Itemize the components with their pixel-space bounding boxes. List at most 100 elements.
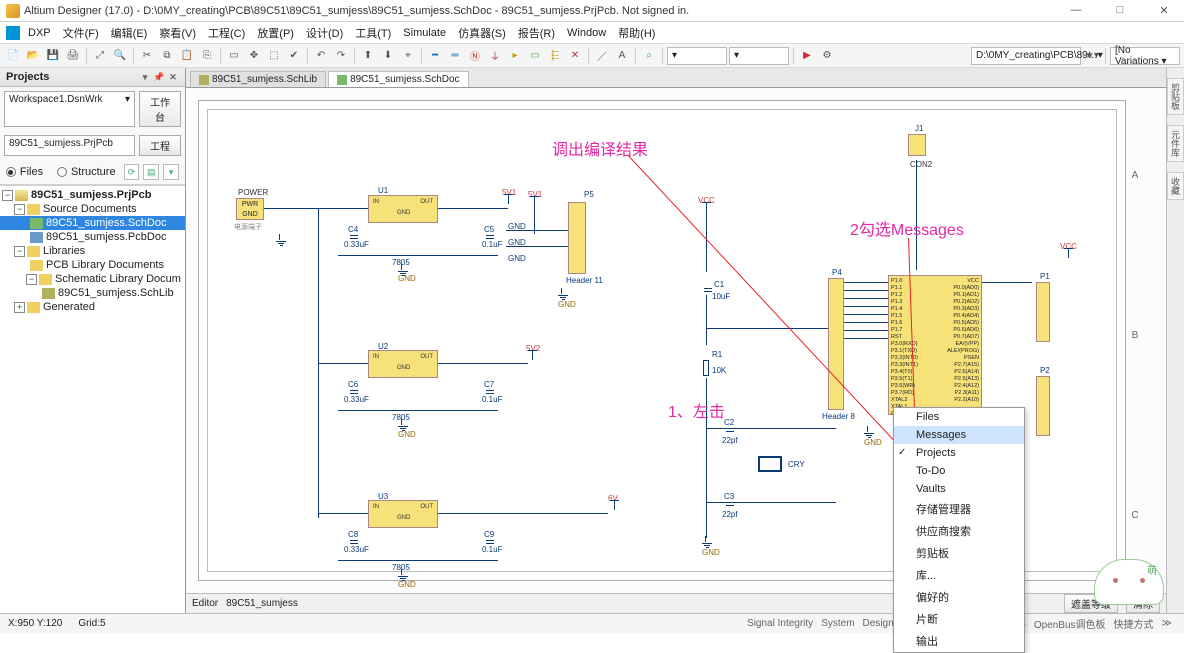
minimize-button[interactable]: — bbox=[1062, 4, 1090, 17]
bus-icon[interactable]: ═ bbox=[446, 47, 464, 65]
menu-view[interactable]: 察看(V) bbox=[153, 25, 202, 41]
tree-item-pcblib[interactable]: PCB Library Documents bbox=[0, 258, 185, 272]
hierarchy-down-icon[interactable]: ⬇ bbox=[379, 47, 397, 65]
menu-window[interactable]: Window bbox=[561, 27, 612, 39]
panel-pin-icon[interactable]: 📌 bbox=[153, 72, 165, 83]
ctx-clipboard[interactable]: 剪贴板 bbox=[894, 542, 1024, 564]
status-signal-integrity[interactable]: Signal Integrity bbox=[747, 618, 813, 629]
tab-schdoc[interactable]: 89C51_sumjess.SchDoc bbox=[328, 71, 469, 87]
path-field[interactable]: D:\0MY_creating\PCB\89…▾ bbox=[971, 47, 1081, 65]
select-icon[interactable]: ▭ bbox=[225, 47, 243, 65]
port-icon[interactable]: ⬱ bbox=[546, 47, 564, 65]
ctx-todo[interactable]: To-Do bbox=[894, 462, 1024, 480]
zoom-area-icon[interactable]: 🔍 bbox=[111, 47, 129, 65]
no-erc-icon[interactable]: ✕ bbox=[566, 47, 584, 65]
collapse-icon[interactable]: − bbox=[26, 274, 37, 285]
menu-simulator[interactable]: 仿真器(S) bbox=[452, 25, 512, 41]
grid-combo[interactable]: ▾ bbox=[729, 47, 789, 65]
menu-file[interactable]: 文件(F) bbox=[57, 25, 105, 41]
ctx-projects[interactable]: ✓Projects bbox=[894, 444, 1024, 462]
ctx-supplier[interactable]: 供应商搜索 bbox=[894, 520, 1024, 542]
ctx-messages[interactable]: Messages bbox=[894, 426, 1024, 444]
close-button[interactable]: ✕ bbox=[1150, 4, 1178, 17]
open-icon[interactable]: 📂 bbox=[24, 47, 42, 65]
menu-place[interactable]: 放置(P) bbox=[251, 25, 300, 41]
workspace-combo[interactable]: Workspace1.DsnWrk▾ bbox=[4, 91, 135, 127]
collapse-icon[interactable]: − bbox=[14, 204, 25, 215]
collapse-icon[interactable]: − bbox=[2, 190, 13, 201]
menu-simulate[interactable]: Simulate bbox=[397, 27, 452, 39]
workspace-button[interactable]: 工作台 bbox=[139, 91, 181, 127]
menu-project[interactable]: 工程(C) bbox=[202, 25, 251, 41]
wire-icon[interactable]: ━ bbox=[426, 47, 444, 65]
text-icon[interactable]: A bbox=[613, 47, 631, 65]
expand-icon[interactable]: + bbox=[14, 302, 25, 313]
hierarchy-up-icon[interactable]: ⬆ bbox=[359, 47, 377, 65]
tree-item-schdoc[interactable]: 89C51_sumjess.SchDoc bbox=[0, 216, 185, 230]
rtab-library[interactable]: 元件库 bbox=[1167, 125, 1184, 162]
zoom-combo[interactable]: ▾ bbox=[667, 47, 727, 65]
compile-icon[interactable]: ✔ bbox=[285, 47, 303, 65]
project-button[interactable]: 工程 bbox=[139, 135, 181, 156]
tree-menu-icon[interactable]: ▾ bbox=[163, 164, 179, 180]
ctx-snippet[interactable]: 片断 bbox=[894, 608, 1024, 630]
refresh-tree-icon[interactable]: ⟳ bbox=[124, 164, 140, 180]
status-help-icon[interactable]: ≫ bbox=[1162, 618, 1172, 629]
favorites-icon[interactable]: ★▾ bbox=[1083, 47, 1101, 65]
project-tree[interactable]: −89C51_sumjess.PrjPcb −Source Documents … bbox=[0, 185, 185, 613]
cut-icon[interactable]: ✂ bbox=[138, 47, 156, 65]
p2-conn bbox=[1036, 376, 1050, 436]
status-shortcuts[interactable]: 快捷方式 bbox=[1114, 616, 1154, 631]
tree-item-schlib[interactable]: 89C51_sumjess.SchLib bbox=[0, 286, 185, 300]
ctx-output[interactable]: 输出 bbox=[894, 630, 1024, 652]
cross-probe-icon[interactable]: ⌖ bbox=[399, 47, 417, 65]
sim-options-icon[interactable]: ⚙ bbox=[818, 47, 836, 65]
tree-options-icon[interactable]: ▤ bbox=[143, 164, 159, 180]
deselect-icon[interactable]: ⬚ bbox=[265, 47, 283, 65]
power-port-icon[interactable]: ⏚ bbox=[486, 47, 504, 65]
power-sublabel: 电源端子 bbox=[234, 222, 262, 232]
save-icon[interactable]: 💾 bbox=[44, 47, 62, 65]
new-icon[interactable]: 📄 bbox=[4, 47, 22, 65]
panel-close-icon[interactable]: ✕ bbox=[167, 72, 179, 83]
tree-item-pcbdoc[interactable]: 89C51_sumjess.PcbDoc bbox=[0, 230, 185, 244]
tab-schlib[interactable]: 89C51_sumjess.SchLib bbox=[190, 71, 326, 87]
sheet-symbol-icon[interactable]: ▭ bbox=[526, 47, 544, 65]
copy-icon[interactable]: ⧉ bbox=[158, 47, 176, 65]
zoom-fit-icon[interactable]: ⤢ bbox=[91, 47, 109, 65]
sim-run-icon[interactable]: ▶ bbox=[798, 47, 816, 65]
rtab-favorites[interactable]: 收藏 bbox=[1167, 172, 1184, 200]
ctx-library[interactable]: 库... bbox=[894, 564, 1024, 586]
ctx-vaults[interactable]: Vaults bbox=[894, 480, 1024, 498]
menu-edit[interactable]: 编辑(E) bbox=[105, 25, 154, 41]
collapse-icon[interactable]: − bbox=[14, 246, 25, 257]
c4-label: C4 bbox=[348, 225, 358, 234]
menu-report[interactable]: 报告(R) bbox=[512, 25, 561, 41]
menu-dxp[interactable]: DXP bbox=[22, 27, 57, 39]
redo-icon[interactable]: ↷ bbox=[332, 47, 350, 65]
status-openbus[interactable]: OpenBus调色板 bbox=[1034, 616, 1106, 631]
menu-tools[interactable]: 工具(T) bbox=[349, 25, 397, 41]
move-icon[interactable]: ✥ bbox=[245, 47, 263, 65]
browse-icon[interactable]: ⌕ bbox=[640, 47, 658, 65]
rubber-stamp-icon[interactable]: ⎘ bbox=[198, 47, 216, 65]
structure-radio[interactable] bbox=[57, 167, 67, 177]
net-label-icon[interactable]: Ⓝ bbox=[466, 47, 484, 65]
panel-menu-icon[interactable]: ▾ bbox=[139, 72, 151, 83]
project-field[interactable]: 89C51_sumjess.PrjPcb bbox=[4, 135, 135, 156]
ctx-favorites[interactable]: 偏好的 bbox=[894, 586, 1024, 608]
paste-icon[interactable]: 📋 bbox=[178, 47, 196, 65]
menu-help[interactable]: 帮助(H) bbox=[612, 25, 661, 41]
print-icon[interactable]: 🖨 bbox=[64, 47, 82, 65]
variations-combo[interactable]: [No Variations ▾ bbox=[1110, 47, 1180, 65]
ctx-storage[interactable]: 存储管理器 bbox=[894, 498, 1024, 520]
line-icon[interactable]: ／ bbox=[593, 47, 611, 65]
maximize-button[interactable]: □ bbox=[1106, 4, 1134, 17]
ctx-files[interactable]: Files bbox=[894, 408, 1024, 426]
status-system[interactable]: System bbox=[821, 618, 854, 629]
menu-design[interactable]: 设计(D) bbox=[300, 25, 349, 41]
rtab-clipboard[interactable]: 剪贴板 bbox=[1167, 78, 1184, 115]
undo-icon[interactable]: ↶ bbox=[312, 47, 330, 65]
files-radio[interactable] bbox=[6, 167, 16, 177]
part-icon[interactable]: ▸ bbox=[506, 47, 524, 65]
